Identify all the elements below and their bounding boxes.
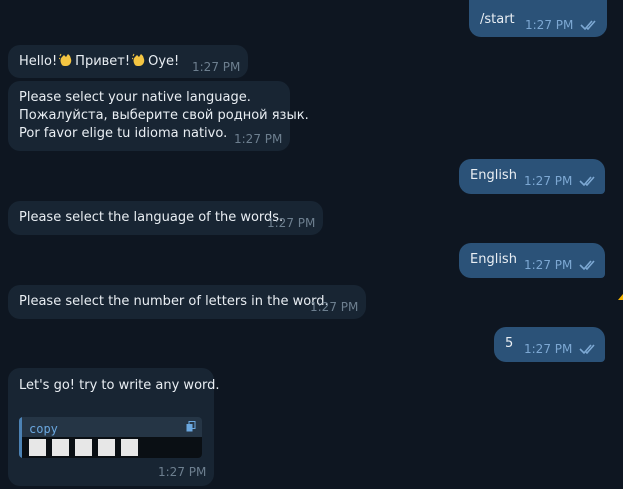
message-time: 1:27 PM (524, 258, 573, 272)
copy-icon[interactable] (186, 421, 196, 432)
message-text: English (470, 252, 517, 267)
scroll-indicator-icon[interactable] (618, 294, 623, 300)
message-time: 1:27 PM (158, 465, 207, 479)
greeting-russian: Привет! (75, 54, 131, 69)
message-time: 1:27 PM (234, 132, 283, 146)
message-time: 1:27 PM (192, 60, 241, 74)
double-check-icon (579, 260, 595, 271)
outgoing-message[interactable]: English 1:27 PM (459, 243, 605, 278)
message-text: Hello! Привет! Oye! (19, 53, 179, 71)
message-line: Please select your native language. (19, 90, 251, 105)
incoming-message[interactable]: Please select your native language. Пожа… (8, 81, 309, 151)
waving-hand-emoji (132, 53, 145, 66)
message-text: /start (480, 12, 515, 27)
message-text: English (470, 168, 517, 183)
double-check-icon (580, 20, 596, 31)
incoming-message[interactable]: Let's go! try to write any word. copy 1:… (8, 368, 220, 486)
double-check-icon (579, 344, 595, 355)
greeting-spanish: Oye! (148, 54, 180, 69)
incoming-message[interactable]: Please select the language of the words.… (8, 201, 323, 235)
code-block[interactable]: copy (19, 417, 202, 458)
waving-hand-emoji (59, 53, 72, 66)
greeting-english: Hello! (19, 54, 58, 69)
code-content (22, 437, 202, 458)
message-line: Пожалуйста, выберите свой родной язык. (19, 108, 309, 123)
incoming-message[interactable]: Hello! Привет! Oye! 1:27 PM (8, 45, 248, 78)
blank-letter (75, 439, 92, 456)
message-text: Let's go! try to write any word. (19, 378, 220, 393)
double-check-icon (579, 176, 595, 187)
message-text: Please select the language of the words. (19, 210, 284, 225)
outgoing-message[interactable]: /start 1:27 PM (469, 0, 607, 37)
message-time: 1:27 PM (524, 342, 573, 356)
message-time: 1:27 PM (310, 300, 359, 314)
outgoing-message[interactable]: English 1:27 PM (459, 159, 605, 194)
code-language-label: copy (29, 422, 58, 436)
blank-letter (29, 439, 46, 456)
message-text: 5 (505, 336, 514, 351)
blank-letter (121, 439, 138, 456)
outgoing-message[interactable]: 5 1:27 PM (494, 327, 605, 362)
message-time: 1:27 PM (525, 18, 574, 32)
message-time: 1:27 PM (524, 174, 573, 188)
message-text: Please select the number of letters in t… (19, 294, 329, 309)
message-line: Por favor elige tu idioma nativo. (19, 126, 228, 141)
blank-letter (52, 439, 69, 456)
incoming-message[interactable]: Please select the number of letters in t… (8, 285, 366, 319)
message-time: 1:27 PM (267, 216, 316, 230)
blank-letter (98, 439, 115, 456)
